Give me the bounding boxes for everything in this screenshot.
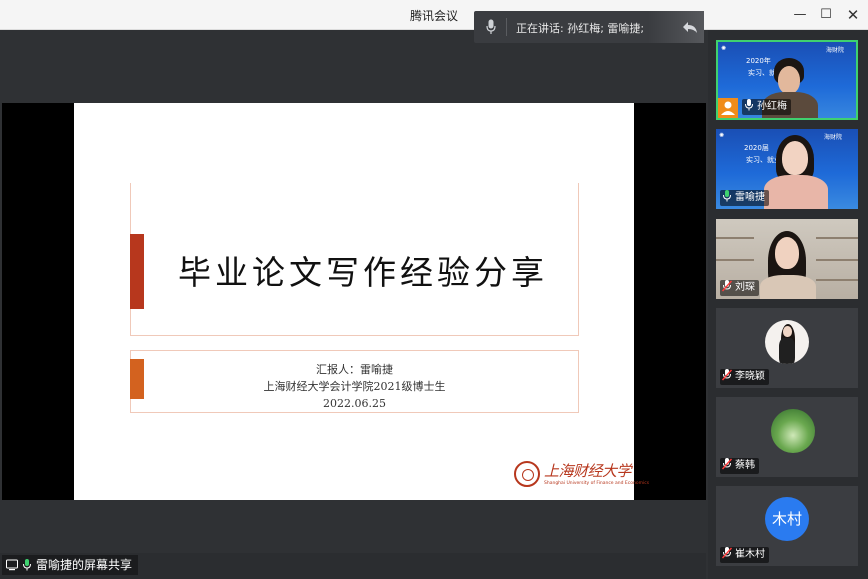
banner-line: 2020届 [744, 144, 769, 152]
avatar-face [783, 326, 792, 337]
banner-corner-text: 海财院 [824, 134, 843, 141]
bookshelf [816, 237, 858, 239]
close-button[interactable]: ✕ [842, 5, 864, 25]
speaking-text: 正在讲话: 孙红梅; 雷喻捷; [516, 22, 645, 35]
divider [506, 18, 507, 36]
participant-label: 刘琛 [720, 280, 759, 296]
person-face [782, 141, 808, 175]
muted-microphone-icon [722, 547, 732, 559]
person-body [760, 275, 816, 299]
logo-english-text: Shanghai University of Finance and Econo… [544, 481, 650, 486]
muted-microphone-icon [722, 458, 732, 470]
app-title: 腾讯会议 [409, 9, 458, 23]
person-body [764, 175, 828, 209]
microphone-icon[interactable] [486, 19, 496, 35]
participant-name: 崔木村 [735, 549, 765, 560]
banner-logo: ✺ [719, 132, 725, 139]
bookshelf [816, 279, 858, 281]
banner-line: 2020年 [746, 57, 771, 65]
reporter-text: 汇报人：雷喻捷 [316, 363, 393, 376]
screen-share-label: 雷喻捷的屏幕共享 [2, 555, 139, 575]
muted-microphone-icon [722, 369, 732, 381]
speaking-indicator: 正在讲话: 孙红梅; 雷喻捷; [474, 11, 704, 43]
person-icon [721, 101, 735, 115]
person-face [775, 237, 799, 269]
logo-text: 上海财经大学 [544, 462, 632, 480]
affiliation-text: 上海财经大学会计学院2021级博士生 [263, 380, 446, 393]
bookshelf [816, 259, 858, 261]
presentation-slide: 毕业论文写作经验分享 汇报人：雷喻捷 上海财经大学会计学院2021级博士生 20… [74, 103, 649, 500]
person-badge [718, 98, 738, 118]
participant-label: 雷喻捷 [720, 190, 769, 206]
participant-label: 孙红梅 [742, 99, 791, 115]
banner-corner-text: 海财院 [826, 47, 845, 54]
participant-tile[interactable]: 木村 崔木村 [716, 486, 858, 566]
participant-tile[interactable]: 蔡韩 [716, 397, 858, 477]
avatar [771, 409, 815, 453]
bookshelf [716, 237, 754, 239]
participant-tile[interactable]: ✺ 海财院 2020年 实习、就业 孙红梅 [716, 40, 858, 120]
participant-label: 蔡韩 [720, 458, 759, 474]
participant-sidebar: ✺ 海财院 2020年 实习、就业 孙红梅 ✺ 海财院 2020届 实习、就业 … [708, 30, 868, 579]
university-logo: 上海财经大学 Shanghai University of Finance an… [512, 459, 649, 495]
slide-title: 毕业论文写作经验分享 [178, 253, 548, 292]
microphone-icon [723, 190, 731, 202]
participant-name: 孙红梅 [757, 101, 787, 112]
person-face [778, 66, 800, 94]
participant-tile[interactable]: 李晓颖 [716, 308, 858, 388]
minimize-button[interactable]: — [789, 5, 811, 25]
date-text: 2022.06.25 [323, 397, 386, 410]
participant-name: 雷喻捷 [735, 192, 765, 203]
microphone-icon [745, 99, 753, 111]
muted-microphone-icon [722, 280, 732, 292]
reply-arrow-icon[interactable] [682, 19, 698, 35]
title-accent-bar [130, 234, 144, 309]
participant-name: 刘琛 [735, 282, 755, 293]
participant-label: 李晓颖 [720, 369, 769, 385]
initials-avatar: 木村 [765, 497, 809, 541]
participant-tile[interactable]: ✺ 海财院 2020届 实习、就业 雷喻捷 [716, 129, 858, 209]
participant-tile[interactable]: 刘琛 [716, 219, 858, 299]
seal-icon [514, 461, 540, 487]
screen-share-text: 雷喻捷的屏幕共享 [36, 558, 133, 572]
title-bar: 腾讯会议 — ☐ ✕ [0, 0, 868, 30]
participant-label: 崔木村 [720, 547, 769, 563]
banner-logo: ✺ [721, 45, 727, 52]
microphone-icon [23, 559, 31, 571]
participant-name: 李晓颖 [735, 371, 765, 382]
screen-share-icon [6, 559, 18, 571]
participant-name: 蔡韩 [735, 460, 755, 471]
avatar-body [779, 338, 795, 364]
avatar [765, 320, 809, 364]
bookshelf [716, 259, 754, 261]
meeting-window: 腾讯会议 — ☐ ✕ 毕业论文写作经验分享 汇报人：雷喻捷 上海财经大学会计学院… [0, 0, 868, 579]
maximize-button[interactable]: ☐ [815, 5, 837, 25]
